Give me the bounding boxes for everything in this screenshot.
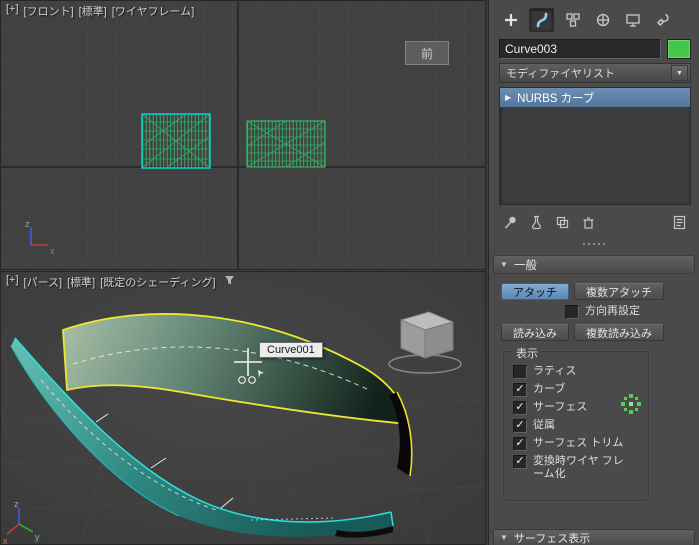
command-panel: Curve003 モディファイヤリスト ▼ ▶ NURBS カーブ ▼ 一般 ア… [488, 0, 699, 545]
stack-toolbar [489, 205, 699, 232]
viewport-front[interactable]: z x [+] [フロント] [標準] [ワイヤフレーム] 前 [0, 0, 486, 270]
viewport-menu-shading[interactable]: [既定のシェーディング] [100, 274, 215, 290]
viewport-menu-renderer[interactable]: [標準] [67, 274, 95, 290]
checkbox-label: ラティス [533, 365, 577, 377]
create-tab-icon[interactable] [499, 9, 522, 31]
display-group-title: 表示 [512, 345, 542, 361]
object-name-row: Curve003 [499, 39, 691, 59]
persp-axis-x-label: x [3, 536, 8, 545]
chevron-down-icon[interactable]: ▼ [671, 65, 688, 81]
checkbox-label: 従属 [533, 419, 555, 431]
reorient-checkbox-label: 方向再設定 [585, 305, 640, 317]
pin-stack-icon[interactable] [502, 214, 518, 230]
filter-funnel-icon[interactable] [224, 275, 235, 286]
multi-attach-button[interactable]: 複数アタッチ [574, 283, 664, 300]
viewport-perspective[interactable]: z x y [+] [パース] [標準] [既定のシェーディング] Curve0… [0, 271, 486, 545]
viewport-menu-shading[interactable]: [ワイヤフレーム] [112, 3, 194, 19]
rollout-collapse-icon[interactable]: ▼ [500, 260, 508, 269]
checkbox-box[interactable]: ✓ [513, 383, 527, 397]
checkbox-label: サーフェス トリム [533, 437, 624, 449]
checkbox-box[interactable]: ✓ [513, 437, 527, 451]
3dsmax-window: z x [+] [フロント] [標準] [ワイヤフレーム] 前 z x y [+… [0, 0, 699, 545]
reorient-checkbox[interactable]: 方向再設定 [565, 305, 693, 319]
persp-axis-z-label: z [14, 499, 19, 509]
command-panel-tabs [489, 0, 699, 37]
checkbox-label: サーフェス [533, 401, 588, 413]
modifier-stack[interactable]: ▶ NURBS カーブ [499, 87, 691, 205]
persp-viewport-label: [+] [パース] [標準] [既定のシェーディング] [6, 274, 235, 290]
import-button[interactable]: 読み込み [501, 324, 569, 341]
checkbox-label: 変換時ワイヤ フレーム化 [533, 455, 624, 480]
front-axis-z-label: z [25, 219, 30, 229]
wireframe-object-right[interactable] [246, 120, 326, 168]
stack-item-nurbs-curve[interactable]: ▶ NURBS カーブ [500, 88, 690, 107]
object-name-input[interactable]: Curve003 [499, 39, 661, 59]
front-viewport-label: [+] [フロント] [標準] [ワイヤフレーム] [6, 3, 194, 19]
display-checkbox-4[interactable]: ✓ サーフェス トリム [513, 437, 642, 451]
persp-viewport-canvas[interactable]: z x y [1, 272, 486, 545]
persp-axis-y-label: y [35, 532, 40, 542]
object-tooltip: Curve001 [259, 342, 323, 358]
remove-modifier-icon[interactable] [580, 214, 596, 230]
rollout-surface-display-title: サーフェス表示 [513, 532, 591, 545]
rollout-general-title: 一般 [513, 259, 537, 272]
motion-tab-icon[interactable] [591, 9, 614, 31]
display-checkbox-3[interactable]: ✓ 従属 [513, 419, 642, 433]
viewport-menu-plus[interactable]: [+] [6, 274, 19, 290]
checkbox-box[interactable]: ✓ [513, 401, 527, 415]
object-color-swatch[interactable] [667, 39, 691, 59]
viewport-menu-view[interactable]: [パース] [24, 274, 63, 290]
rollout-collapse-icon[interactable]: ▼ [500, 533, 508, 542]
viewport-menu-view[interactable]: [フロント] [24, 3, 74, 19]
stack-item-label: NURBS カーブ [517, 92, 595, 105]
viewport-menu-plus[interactable]: [+] [6, 3, 19, 19]
display-checkbox-5[interactable]: ✓ 変換時ワイヤ フレーム化 [513, 455, 642, 481]
display-group: 表示 ラティス ✓ カーブ ✓ サーフェス ✓ 従属 ✓ サーフェス トリム ✓ 変換時ワイヤ フレ… [503, 345, 649, 501]
checkbox-label: カーブ [533, 383, 566, 395]
display-tab-icon[interactable] [621, 9, 644, 31]
utilities-tab-icon[interactable] [651, 9, 674, 31]
modify-tab-icon[interactable] [529, 8, 554, 32]
configure-modifier-sets-icon[interactable] [671, 214, 687, 230]
viewcube-front-face[interactable]: 前 [405, 41, 449, 65]
display-checkbox-list: ラティス ✓ カーブ ✓ サーフェス ✓ 従属 ✓ サーフェス トリム ✓ 変換時ワイヤ フレーム化 [513, 365, 642, 481]
wireframe-object-left[interactable] [141, 113, 211, 169]
rollout-general-header[interactable]: ▼ 一般 [493, 255, 695, 274]
multi-import-button[interactable]: 複数読み込み [574, 324, 664, 341]
panel-splitter-handle[interactable] [489, 240, 699, 248]
make-unique-icon[interactable] [554, 214, 570, 230]
expand-arrow-icon[interactable]: ▶ [505, 93, 511, 102]
nurbs-creation-toolbox-icon[interactable] [619, 392, 643, 416]
show-end-result-icon[interactable] [528, 214, 544, 230]
rollout-general-body: アタッチ 複数アタッチ 方向再設定 読み込み 複数読み込み 表示 ラティス ✓ カー… [489, 276, 699, 501]
rollout-surface-display-header[interactable]: ▼ サーフェス表示 [493, 529, 695, 545]
front-axis-x-label: x [50, 246, 55, 256]
hierarchy-tab-icon[interactable] [561, 9, 584, 31]
attach-button[interactable]: アタッチ [501, 283, 569, 300]
viewport-menu-renderer[interactable]: [標準] [79, 3, 107, 19]
display-checkbox-0[interactable]: ラティス [513, 365, 642, 379]
modifier-list-dropdown[interactable]: モディファイヤリスト ▼ [499, 63, 691, 83]
checkbox-box[interactable] [513, 365, 527, 379]
reorient-checkbox-box[interactable] [565, 305, 579, 319]
checkbox-box[interactable]: ✓ [513, 455, 527, 469]
checkbox-box[interactable]: ✓ [513, 419, 527, 433]
modifier-list-label: モディファイヤリスト [506, 68, 615, 80]
